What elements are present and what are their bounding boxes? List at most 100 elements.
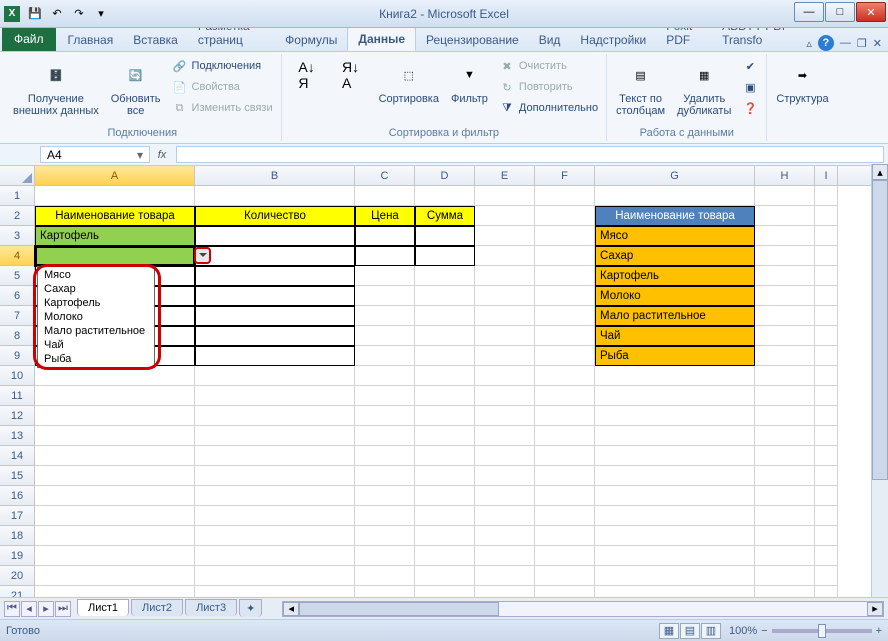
btn-what-if[interactable]: ❓ [738, 98, 762, 118]
cell-G14[interactable] [595, 446, 755, 466]
cell-I20[interactable] [815, 566, 838, 586]
cell-E10[interactable] [475, 366, 535, 386]
cell-B15[interactable] [195, 466, 355, 486]
minimize-button[interactable]: — [794, 2, 824, 22]
cell-B3[interactable] [195, 226, 355, 246]
cell-B8[interactable] [195, 326, 355, 346]
tab-главная[interactable]: Главная [58, 29, 124, 51]
cell-A4[interactable] [35, 246, 195, 266]
cell-G6[interactable]: Молоко [595, 286, 755, 306]
cell-A17[interactable] [35, 506, 195, 526]
cell-F14[interactable] [535, 446, 595, 466]
btn-sort-asc[interactable]: A↓Я [286, 56, 328, 94]
cell-B11[interactable] [195, 386, 355, 406]
cell-G16[interactable] [595, 486, 755, 506]
cell-H8[interactable] [755, 326, 815, 346]
cell-D6[interactable] [415, 286, 475, 306]
cell-A16[interactable] [35, 486, 195, 506]
btn-sort[interactable]: ⬚ Сортировка [374, 56, 444, 108]
cell-H10[interactable] [755, 366, 815, 386]
cell-D2[interactable]: Сумма [415, 206, 475, 226]
data-validation-dropdown-arrow[interactable] [194, 247, 211, 264]
cell-I5[interactable] [815, 266, 838, 286]
cell-E13[interactable] [475, 426, 535, 446]
cell-G18[interactable] [595, 526, 755, 546]
row-header-10[interactable]: 10 [0, 366, 35, 386]
cell-E11[interactable] [475, 386, 535, 406]
cell-C4[interactable] [355, 246, 415, 266]
cell-C2[interactable]: Цена [355, 206, 415, 226]
btn-structure[interactable]: ➡ Структура [771, 56, 833, 108]
cell-F18[interactable] [535, 526, 595, 546]
cell-A3[interactable]: Картофель [35, 226, 195, 246]
cell-I10[interactable] [815, 366, 838, 386]
cell-C6[interactable] [355, 286, 415, 306]
cell-C5[interactable] [355, 266, 415, 286]
row-header-1[interactable]: 1 [0, 186, 35, 206]
cell-F15[interactable] [535, 466, 595, 486]
cell-G13[interactable] [595, 426, 755, 446]
cell-H13[interactable] [755, 426, 815, 446]
cell-I16[interactable] [815, 486, 838, 506]
col-header-H[interactable]: H [755, 166, 815, 186]
cell-H15[interactable] [755, 466, 815, 486]
scroll-up-arrow[interactable]: ▴ [872, 164, 888, 180]
cell-F19[interactable] [535, 546, 595, 566]
cell-D8[interactable] [415, 326, 475, 346]
dv-item[interactable]: Чай [38, 338, 154, 352]
row-header-17[interactable]: 17 [0, 506, 35, 526]
cell-I12[interactable] [815, 406, 838, 426]
tab-nav-first[interactable]: ⏮ [4, 601, 20, 617]
row-header-8[interactable]: 8 [0, 326, 35, 346]
col-header-G[interactable]: G [595, 166, 755, 186]
cell-C7[interactable] [355, 306, 415, 326]
cell-F12[interactable] [535, 406, 595, 426]
ribbon-minimize-icon[interactable]: ▵ [806, 37, 812, 50]
sheet-tab-Лист3[interactable]: Лист3 [185, 599, 237, 616]
hscroll-thumb[interactable] [299, 602, 499, 616]
cell-G2[interactable]: Наименование товара [595, 206, 755, 226]
cell-B14[interactable] [195, 446, 355, 466]
col-header-F[interactable]: F [535, 166, 595, 186]
cell-C14[interactable] [355, 446, 415, 466]
vertical-scrollbar[interactable]: ▴ ▾ [871, 164, 888, 620]
col-header-C[interactable]: C [355, 166, 415, 186]
zoom-in[interactable]: + [876, 625, 882, 637]
cell-B19[interactable] [195, 546, 355, 566]
cell-G15[interactable] [595, 466, 755, 486]
cell-C13[interactable] [355, 426, 415, 446]
tab-вставка[interactable]: Вставка [123, 29, 188, 51]
btn-refresh-all[interactable]: 🔄 Обновить все [106, 56, 166, 120]
cell-F3[interactable] [535, 226, 595, 246]
cell-F8[interactable] [535, 326, 595, 346]
row-header-2[interactable]: 2 [0, 206, 35, 226]
col-header-E[interactable]: E [475, 166, 535, 186]
cell-E20[interactable] [475, 566, 535, 586]
cell-H4[interactable] [755, 246, 815, 266]
cell-H1[interactable] [755, 186, 815, 206]
cell-B12[interactable] [195, 406, 355, 426]
cell-H12[interactable] [755, 406, 815, 426]
cell-A11[interactable] [35, 386, 195, 406]
cell-H16[interactable] [755, 486, 815, 506]
cell-D7[interactable] [415, 306, 475, 326]
cell-E3[interactable] [475, 226, 535, 246]
cell-C18[interactable] [355, 526, 415, 546]
cell-G20[interactable] [595, 566, 755, 586]
cell-C16[interactable] [355, 486, 415, 506]
fx-icon[interactable]: fx [150, 144, 174, 165]
cell-I2[interactable] [815, 206, 838, 226]
cell-F4[interactable] [535, 246, 595, 266]
cell-H20[interactable] [755, 566, 815, 586]
row-header-20[interactable]: 20 [0, 566, 35, 586]
cell-I13[interactable] [815, 426, 838, 446]
row-header-4[interactable]: 4 [0, 246, 35, 266]
cell-A20[interactable] [35, 566, 195, 586]
data-validation-dropdown-list[interactable]: МясоСахарКартофельМолокоМало растительно… [37, 266, 155, 368]
cell-B7[interactable] [195, 306, 355, 326]
tab-данные[interactable]: Данные [347, 27, 416, 51]
dv-item[interactable]: Рыба [38, 352, 154, 366]
cell-E14[interactable] [475, 446, 535, 466]
cell-I9[interactable] [815, 346, 838, 366]
cell-A12[interactable] [35, 406, 195, 426]
